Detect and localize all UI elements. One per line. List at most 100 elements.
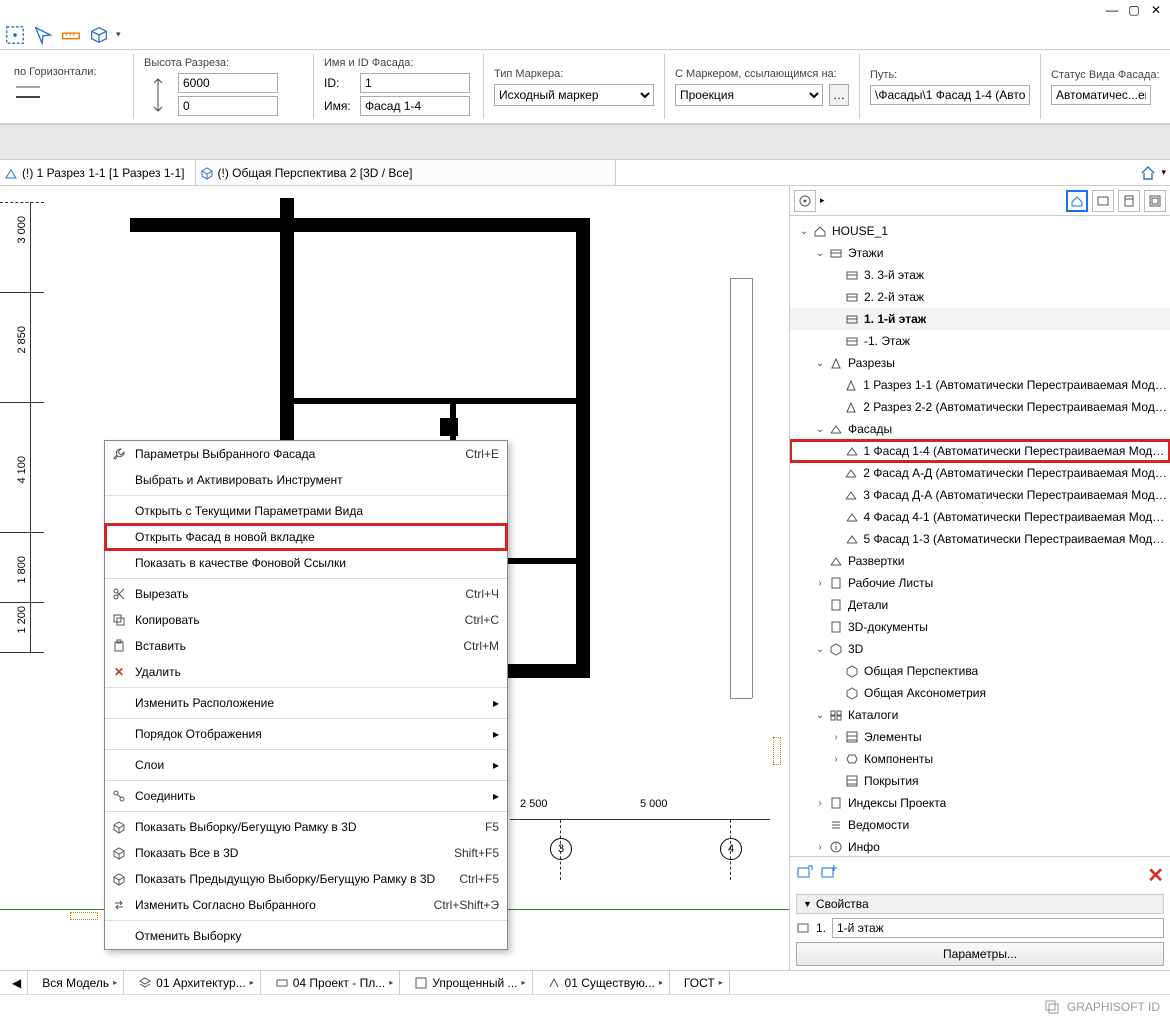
menu-item[interactable]: Показать Выборку/Бегущую Рамку в 3DF5	[105, 814, 507, 840]
tree-item[interactable]: 1 Разрез 1-1 (Автоматически Перестраивае…	[790, 374, 1170, 396]
tree-item[interactable]: ⌄3D	[790, 638, 1170, 660]
tree-item[interactable]: Детали	[790, 594, 1170, 616]
menu-item[interactable]: Показать в качестве Фоновой Ссылки	[105, 550, 507, 576]
tree-item[interactable]: ›Инфо	[790, 836, 1170, 856]
tree-item[interactable]: Общая Перспектива	[790, 660, 1170, 682]
arrow-icon[interactable]	[32, 24, 54, 46]
menu-item[interactable]: Изменить Расположение▸	[105, 690, 507, 716]
menu-item[interactable]: Показать Все в 3DShift+F5	[105, 840, 507, 866]
navigator-toolbar-dropdown[interactable]: ▸	[820, 195, 825, 206]
tree-twisty-icon[interactable]: ⌄	[814, 358, 826, 369]
tree-item[interactable]: 1. 1-й этаж	[790, 308, 1170, 330]
tab-section[interactable]: (!) 1 Разрез 1-1 [1 Разрез 1-1]	[0, 160, 196, 186]
tree-twisty-icon[interactable]: ⌄	[814, 248, 826, 259]
tree-item[interactable]: 3 Фасад Д-А (Автоматически Перестраиваем…	[790, 484, 1170, 506]
tree-item[interactable]: ⌄HOUSE_1	[790, 220, 1170, 242]
tree-item[interactable]: Развертки	[790, 550, 1170, 572]
menu-item[interactable]: Параметры Выбранного ФасадаCtrl+E	[105, 441, 507, 467]
menu-item[interactable]: Отменить Выборку	[105, 923, 507, 949]
minimize-button[interactable]: —	[1102, 2, 1122, 18]
properties-header[interactable]: Свойства	[796, 894, 1164, 914]
menu-item[interactable]: Изменить Согласно ВыбранногоCtrl+Shift+Э	[105, 892, 507, 918]
menu-item[interactable]: Показать Предыдущую Выборку/Бегущую Рамк…	[105, 866, 507, 892]
tree-item[interactable]: ⌄Фасады	[790, 418, 1170, 440]
menu-item[interactable]: ВставитьCtrl+M	[105, 633, 507, 659]
marker-ref-more-button[interactable]: …	[829, 84, 849, 106]
menu-item[interactable]: Открыть с Текущими Параметрами Вида	[105, 498, 507, 524]
close-window-button[interactable]: ✕	[1146, 2, 1166, 18]
horizontal-settings-icon[interactable]	[14, 82, 44, 108]
tree-twisty-icon[interactable]: ›	[814, 578, 826, 589]
tree-item[interactable]: ›Индексы Проекта	[790, 792, 1170, 814]
handle-left[interactable]	[70, 912, 98, 920]
menu-item[interactable]: Выбрать и Активировать Инструмент	[105, 467, 507, 493]
navigator-project-map-icon[interactable]	[1066, 190, 1088, 212]
tree-twisty-icon[interactable]: ›	[830, 754, 842, 765]
tree-twisty-icon[interactable]: ⌄	[814, 644, 826, 655]
new-view-icon[interactable]	[796, 863, 814, 881]
tree-twisty-icon[interactable]: ›	[830, 732, 842, 743]
height-bottom-input[interactable]	[178, 96, 278, 116]
graphisoft-id-label[interactable]: GRAPHISOFT ID	[1067, 1000, 1160, 1014]
tree-item[interactable]: ›Рабочие Листы	[790, 572, 1170, 594]
tree-item[interactable]: ›Компоненты	[790, 748, 1170, 770]
tree-item[interactable]: 1 Фасад 1-4 (Автоматически Перестраиваем…	[790, 440, 1170, 462]
story-name-input[interactable]	[832, 918, 1164, 938]
maximize-button[interactable]: ▢	[1124, 2, 1144, 18]
menu-item[interactable]: Слои▸	[105, 752, 507, 778]
marker-ref-select[interactable]: Проекция	[675, 84, 823, 106]
sb-layers[interactable]: 01 Архитектур...▸	[132, 971, 261, 994]
name-input[interactable]	[360, 96, 470, 116]
id-input[interactable]	[360, 73, 470, 93]
sb-model[interactable]: Вся Модель▸	[36, 971, 124, 994]
tree-item[interactable]: 4 Фасад 4-1 (Автоматически Перестраиваем…	[790, 506, 1170, 528]
tree-twisty-icon[interactable]: ›	[814, 798, 826, 809]
tree-item[interactable]: 2. 2-й этаж	[790, 286, 1170, 308]
menu-item[interactable]: КопироватьCtrl+C	[105, 607, 507, 633]
sb-renovation[interactable]: 01 Существую...▸	[541, 971, 670, 994]
tab-dropdown-icon[interactable]: ▾	[1161, 167, 1166, 178]
menu-item[interactable]: Порядок Отображения▸	[105, 721, 507, 747]
tree-item[interactable]: ›Элементы	[790, 726, 1170, 748]
height-top-input[interactable]	[178, 73, 278, 93]
cube-icon[interactable]	[88, 24, 110, 46]
toolbar-dropdown-icon[interactable]: ▾	[116, 29, 121, 40]
tree-item[interactable]: 3. 3-й этаж	[790, 264, 1170, 286]
tree-twisty-icon[interactable]: ⌄	[798, 226, 810, 237]
tree-item[interactable]: ⌄Этажи	[790, 242, 1170, 264]
navigator-tree[interactable]: ⌄HOUSE_1⌄Этажи3. 3-й этаж2. 2-й этаж1. 1…	[790, 216, 1170, 856]
navigator-view-map-icon[interactable]	[1092, 190, 1114, 212]
marquee-icon[interactable]	[4, 24, 26, 46]
tree-item[interactable]: 2 Фасад А-Д (Автоматически Перестраиваем…	[790, 462, 1170, 484]
menu-item[interactable]: ✕Удалить	[105, 659, 507, 685]
navigator-layout-book-icon[interactable]	[1118, 190, 1140, 212]
path-input[interactable]	[870, 85, 1030, 105]
handle-right[interactable]	[773, 737, 781, 765]
tree-item[interactable]: Ведомости	[790, 814, 1170, 836]
navigator-publisher-icon[interactable]	[1144, 190, 1166, 212]
status-input[interactable]	[1051, 85, 1151, 105]
delete-view-icon[interactable]: ✕	[1147, 863, 1164, 888]
marker-type-select[interactable]: Исходный маркер	[494, 84, 654, 106]
sb-mvo[interactable]: Упрощенный ...▸	[408, 971, 532, 994]
tree-item[interactable]: 5 Фасад 1-3 (Автоматически Перестраиваем…	[790, 528, 1170, 550]
tree-item[interactable]: 3D-документы	[790, 616, 1170, 638]
tab-3d[interactable]: (!) Общая Перспектива 2 [3D / Все]	[196, 160, 616, 186]
clone-view-icon[interactable]	[820, 863, 838, 881]
sb-dimstyle[interactable]: ГОСТ▸	[678, 971, 730, 994]
menu-item[interactable]: Соединить▸	[105, 783, 507, 809]
menu-item[interactable]: ВырезатьCtrl+Ч	[105, 581, 507, 607]
tree-item[interactable]: ⌄Разрезы	[790, 352, 1170, 374]
tree-item[interactable]: Покрытия	[790, 770, 1170, 792]
context-menu[interactable]: Параметры Выбранного ФасадаCtrl+EВыбрать…	[104, 440, 508, 950]
tree-item[interactable]: 2 Разрез 2-2 (Автоматически Перестраивае…	[790, 396, 1170, 418]
sb-arrow-left[interactable]: ◀	[6, 971, 28, 994]
parameters-button[interactable]: Параметры...	[796, 942, 1164, 966]
sb-scale[interactable]: 04 Проект - Пл...▸	[269, 971, 401, 994]
tree-twisty-icon[interactable]: ⌄	[814, 424, 826, 435]
navigator-settings-icon[interactable]	[794, 190, 816, 212]
tab-home-icon[interactable]	[1139, 164, 1157, 182]
measure-icon[interactable]	[60, 24, 82, 46]
tree-twisty-icon[interactable]: ›	[814, 842, 826, 853]
tree-item[interactable]: ⌄Каталоги	[790, 704, 1170, 726]
